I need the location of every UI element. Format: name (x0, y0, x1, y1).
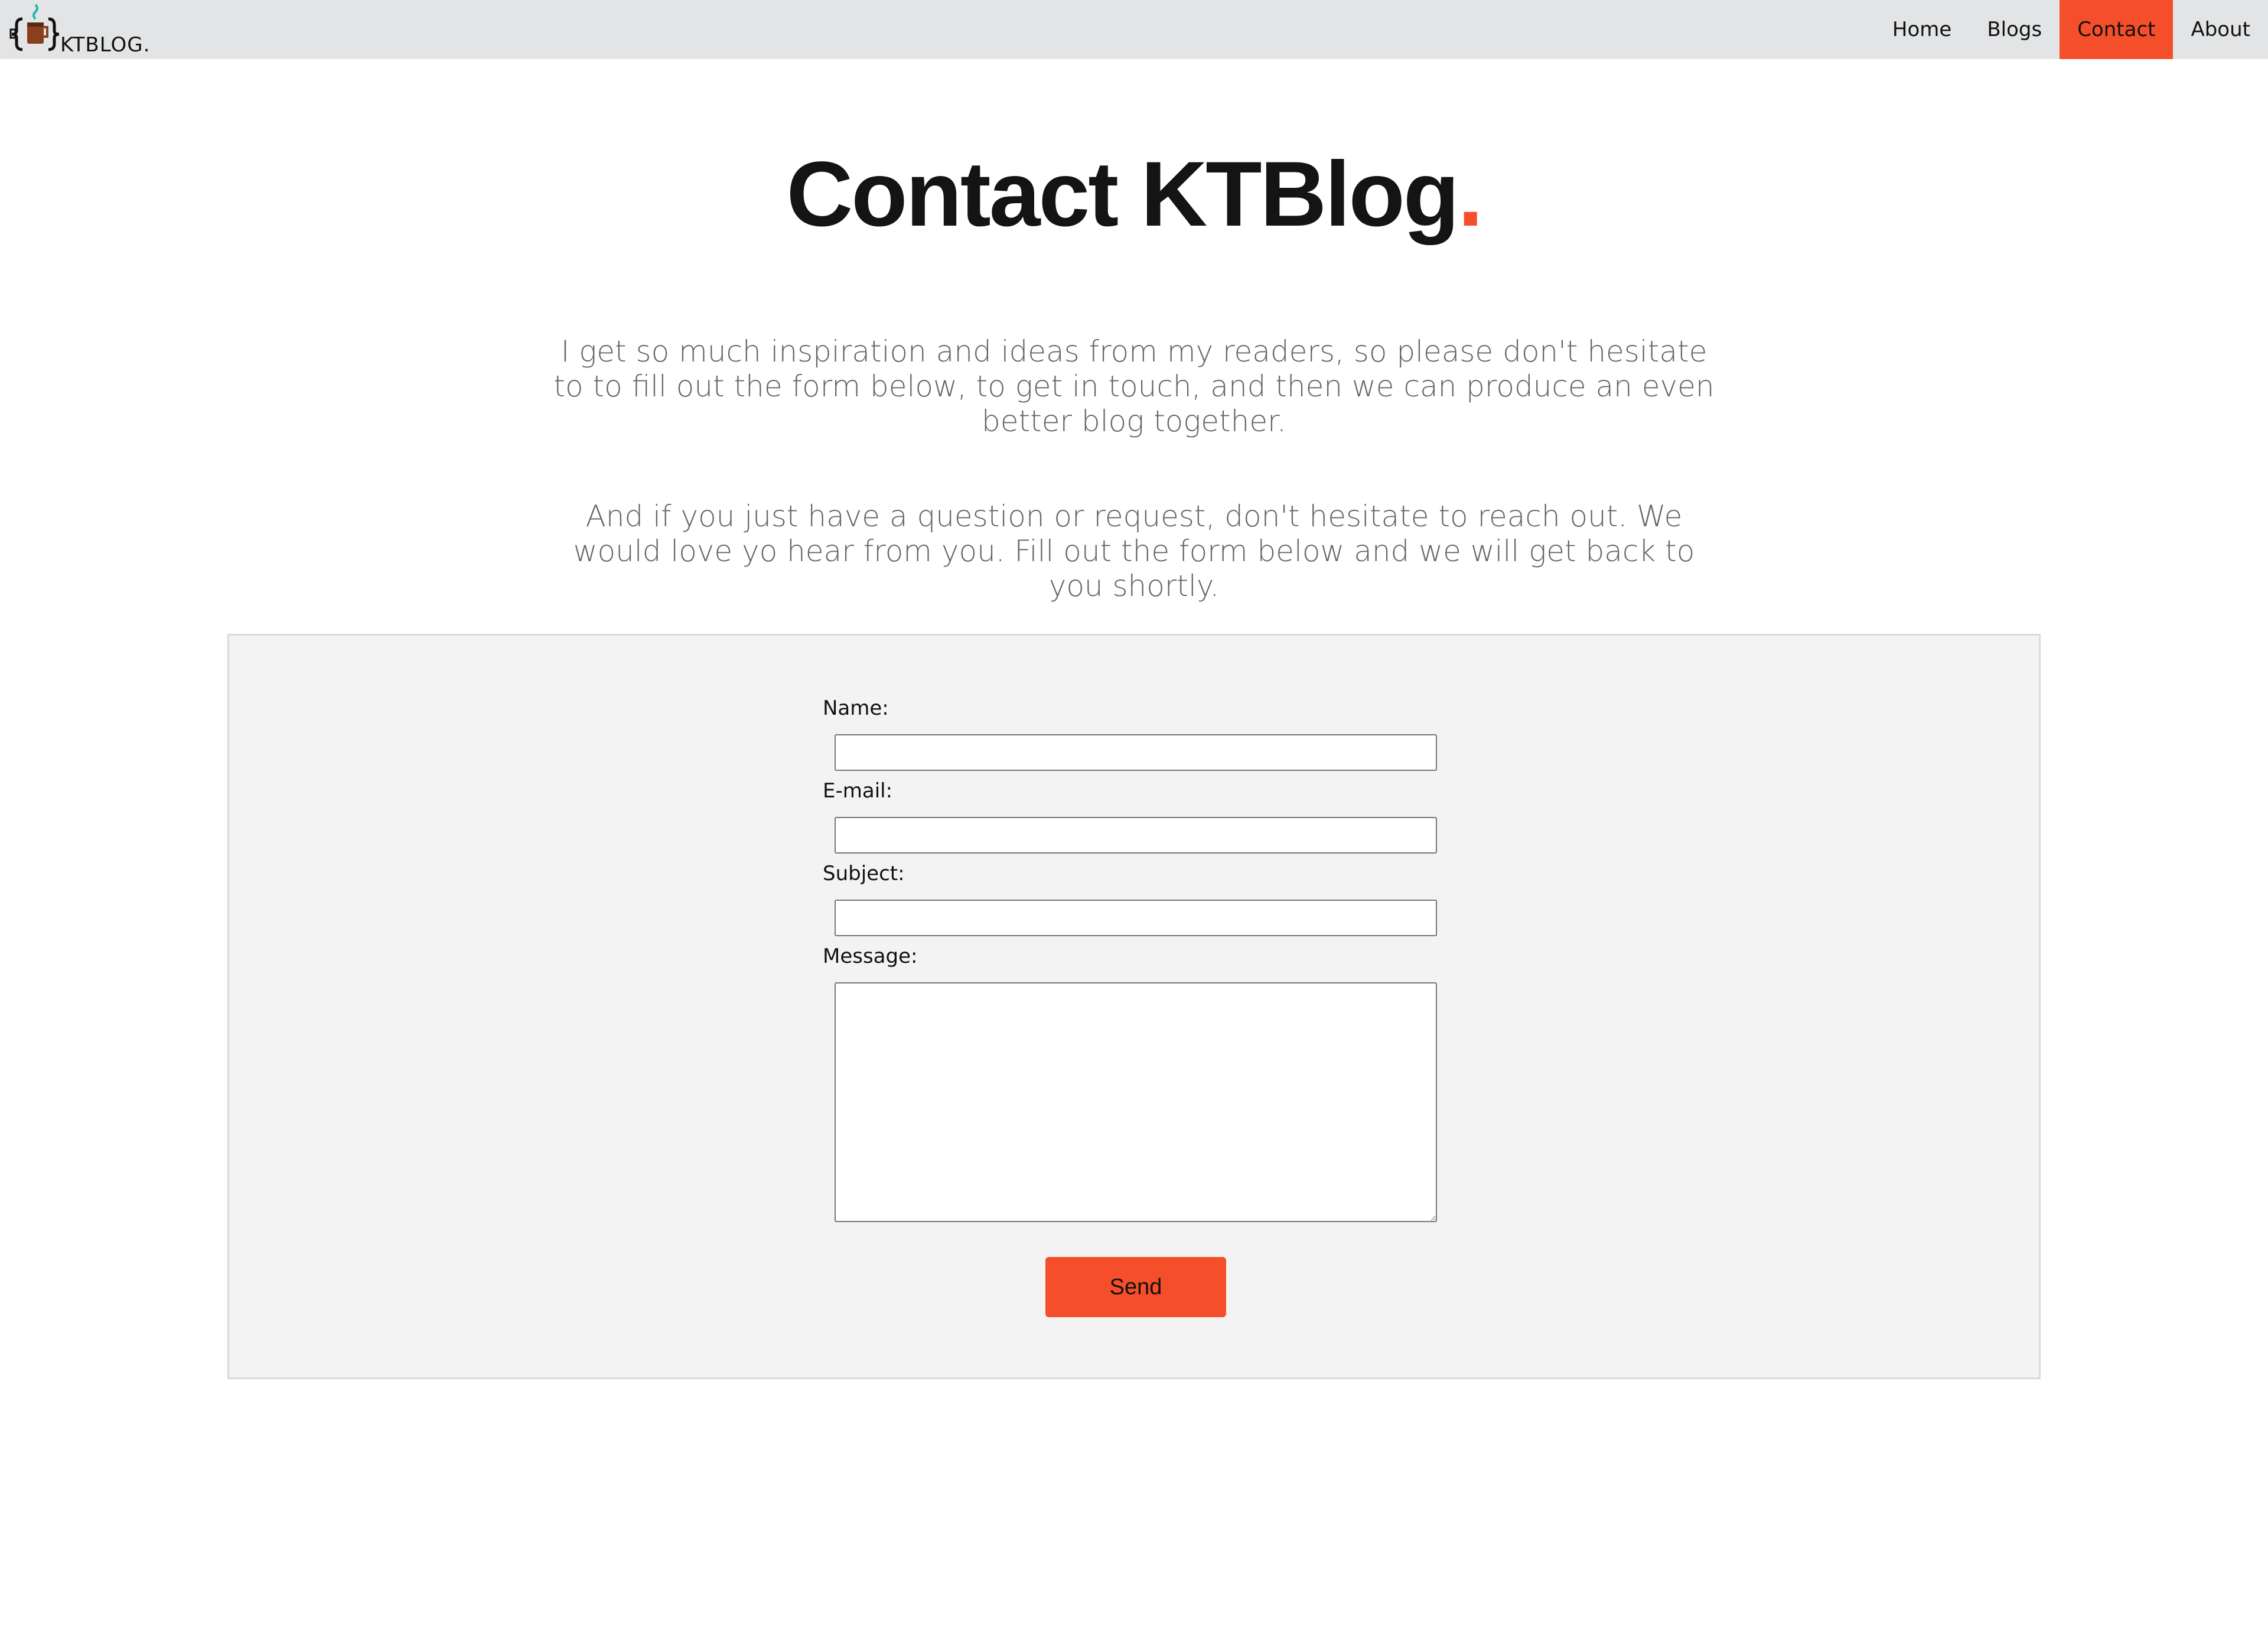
contact-form: Name: E-mail: Subject: Message: Send (227, 634, 2041, 1379)
page-title: Contact KTBlog. (0, 142, 2268, 247)
main-nav: Home Blogs Contact About (1875, 0, 2268, 59)
intro-paragraph-1: I get so much inspiration and ideas from… (553, 334, 1715, 438)
email-field[interactable] (835, 817, 1437, 854)
navbar: KTBLOG. Home Blogs Contact About (0, 0, 2268, 59)
site-logo[interactable]: KTBLOG. (9, 2, 151, 57)
nav-home[interactable]: Home (1875, 0, 1969, 59)
nav-about[interactable]: About (2173, 0, 2268, 59)
title-accent-dot: . (1458, 143, 1483, 246)
message-field[interactable] (835, 982, 1437, 1222)
name-label: Name: (823, 696, 889, 720)
nav-blogs[interactable]: Blogs (1969, 0, 2060, 59)
email-label: E-mail: (823, 779, 893, 803)
nav-contact[interactable]: Contact (2060, 0, 2174, 59)
message-label: Message: (823, 944, 918, 968)
name-field[interactable] (835, 734, 1437, 771)
subject-field[interactable] (835, 900, 1437, 936)
subject-label: Subject: (823, 862, 905, 885)
send-button[interactable]: Send (1045, 1257, 1226, 1317)
logo-text: KTBLOG. (60, 33, 151, 57)
page-title-text: Contact KTBlog (786, 143, 1460, 246)
coffee-mug-braces-icon (9, 4, 60, 51)
intro-paragraph-2: And if you just have a question or reque… (573, 499, 1695, 603)
